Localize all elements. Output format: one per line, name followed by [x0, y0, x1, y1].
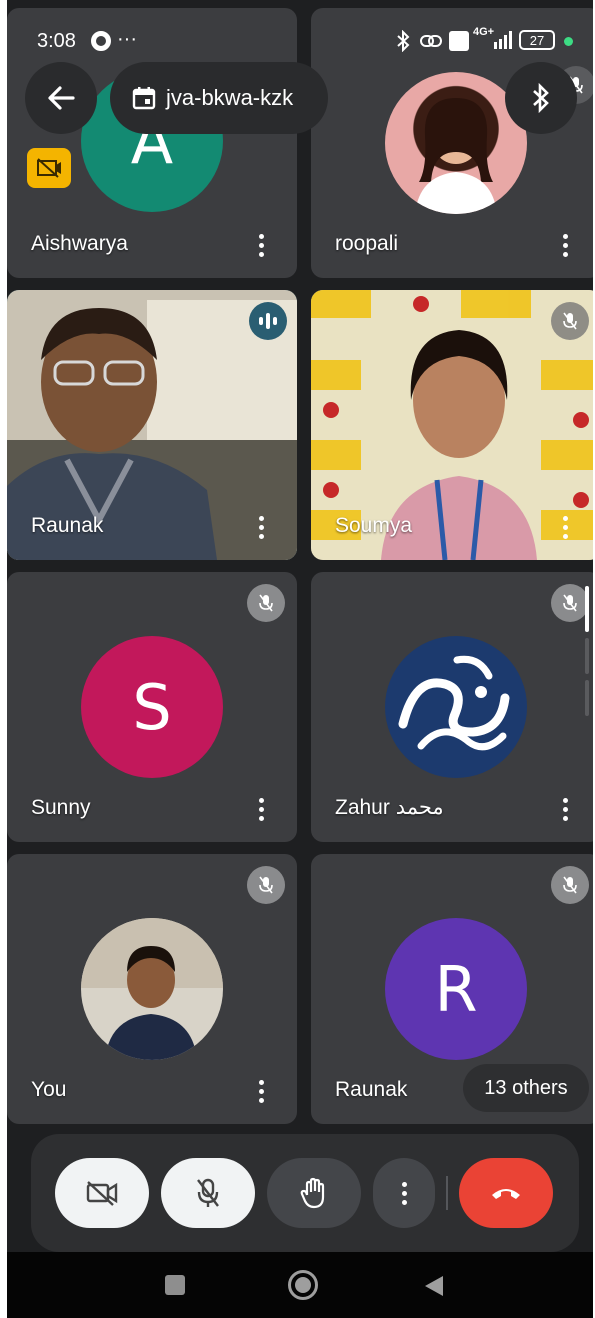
avatar [81, 918, 223, 1060]
mic-muted-icon [551, 302, 589, 340]
home-icon[interactable] [288, 1270, 318, 1300]
mic-muted-icon [551, 866, 589, 904]
arrow-left-icon [48, 86, 75, 110]
avatar-initial: R [434, 952, 478, 1026]
camera-off-icon [27, 148, 71, 188]
more-options-icon[interactable] [247, 228, 275, 262]
avatar: S [81, 636, 223, 778]
mic-muted-icon [247, 584, 285, 622]
participant-tile-you[interactable]: You [7, 854, 297, 1124]
participant-name: Aishwarya [31, 232, 128, 255]
hang-up-button[interactable] [459, 1158, 553, 1228]
mic-toggle-button[interactable] [161, 1158, 255, 1228]
controls-divider [446, 1176, 448, 1210]
back-nav-icon[interactable] [423, 1274, 445, 1298]
scrollbar-track [585, 680, 589, 716]
mic-muted-icon [247, 866, 285, 904]
raise-hand-button[interactable] [267, 1158, 361, 1228]
calendar-icon [132, 87, 156, 110]
participant-tile-soumya-video[interactable]: Soumya [311, 290, 593, 560]
link-icon [420, 35, 442, 47]
bluetooth-icon [397, 30, 410, 52]
camera-toggle-button[interactable] [55, 1158, 149, 1228]
battery-level: 27 [529, 32, 545, 48]
volte-icon [449, 31, 469, 51]
avatar [385, 636, 527, 778]
mic-off-icon [197, 1178, 219, 1207]
participant-name: Sunny [31, 796, 91, 819]
participant-tile-sunny[interactable]: S Sunny [7, 572, 297, 842]
recents-icon[interactable] [165, 1275, 185, 1295]
scrollbar-track [585, 638, 589, 674]
scrollbar-thumb[interactable] [585, 586, 589, 632]
others-count: 13 others [484, 1076, 568, 1099]
audio-output-button[interactable] [505, 62, 577, 134]
4g-signal-icon [494, 31, 512, 49]
participant-name: You [31, 1078, 67, 1101]
participant-name: roopali [335, 232, 399, 255]
system-nav-bar [7, 1252, 593, 1318]
hand-icon [300, 1177, 325, 1209]
meeting-code: jva-bkwa-kzk [166, 85, 294, 110]
phone-hangup-icon [492, 1189, 520, 1199]
more-options-icon[interactable] [551, 510, 579, 544]
more-options-icon[interactable] [247, 510, 275, 544]
more-options-button[interactable] [373, 1158, 435, 1228]
participant-name: Raunak [335, 1078, 408, 1101]
clock: 3:08 [37, 30, 76, 52]
participant-name: Soumya [335, 514, 413, 537]
more-options-icon[interactable] [247, 792, 275, 826]
status-circle-icon [91, 31, 111, 51]
avatar-initial: S [132, 670, 172, 744]
avatar: R [385, 918, 527, 1060]
participant-tile-raunak-video[interactable]: Raunak [7, 290, 297, 560]
participant-name: Raunak [31, 514, 104, 537]
battery-icon: 27 [519, 30, 555, 50]
speaking-indicator-icon [249, 302, 287, 340]
network-type: 4G+ [473, 26, 495, 38]
privacy-indicator-dot [564, 37, 573, 46]
call-controls-bar [31, 1134, 579, 1252]
bluetooth-icon [533, 83, 549, 113]
status-dots: ··· [117, 28, 137, 50]
back-button[interactable] [25, 62, 97, 134]
meeting-info-button[interactable]: jva-bkwa-kzk [110, 62, 328, 134]
more-options-icon[interactable] [551, 228, 579, 262]
video-off-icon [86, 1181, 118, 1206]
more-options-icon[interactable] [551, 792, 579, 826]
mic-muted-icon [551, 584, 589, 622]
participant-name: Zahur محمد [335, 796, 444, 819]
participant-tile-zahur[interactable]: Zahur محمد [311, 572, 593, 842]
more-options-icon[interactable] [247, 1074, 275, 1108]
others-badge[interactable]: 13 others [463, 1064, 589, 1112]
meet-call-screen: A Aishwarya roopali Raunak Soumya S Sunn… [7, 0, 593, 1318]
